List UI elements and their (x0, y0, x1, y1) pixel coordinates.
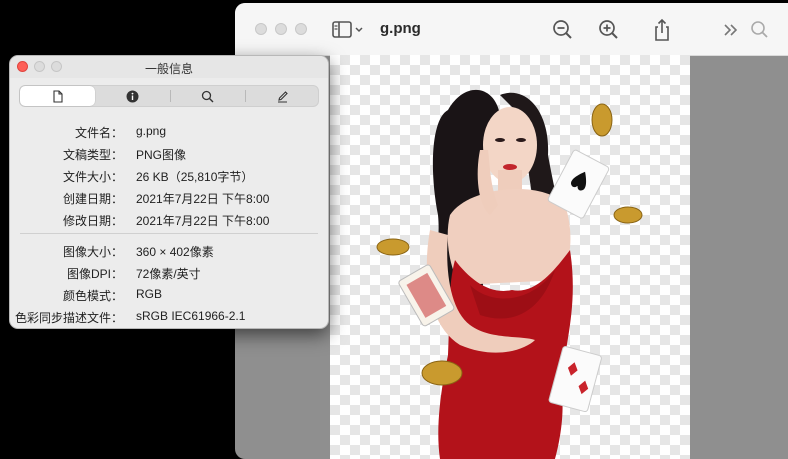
zoom-out-icon[interactable] (550, 17, 576, 43)
close-button-inactive[interactable] (255, 23, 267, 35)
tab-keywords[interactable] (170, 86, 245, 106)
zoom-button-inactive[interactable] (295, 23, 307, 35)
chevron-double-right-icon[interactable] (718, 17, 744, 43)
inspector-tabs (19, 85, 319, 107)
info-row-size: 文件大小： 26 KB（25,810字节） (62, 170, 254, 184)
zoom-in-icon[interactable] (596, 17, 622, 43)
info-row-created: 创建日期： 2021年7月22日 下午8:00 (62, 192, 270, 206)
tab-more-info[interactable] (95, 86, 170, 106)
info-row-color-model: 颜色模式： RGB (62, 287, 163, 303)
info-row-filename: 文件名： g.png (74, 124, 167, 140)
search-icon (201, 90, 214, 102)
info-window: 一般信息 文件名： g.png 文稿类型： PNG图像 文件大小： 26 KB（… (9, 55, 329, 329)
document-icon (53, 89, 63, 103)
info-row-dimensions: 图像大小： 360 × 402像素 (62, 245, 214, 259)
divider (20, 233, 318, 234)
window-title: g.png (380, 20, 421, 37)
tab-general[interactable] (20, 86, 95, 106)
share-icon[interactable] (649, 17, 675, 43)
info-window-title: 一般信息 (144, 62, 193, 76)
minimize-button-inactive[interactable] (275, 23, 287, 35)
info-row-modified: 修改日期： 2021年7月22日 下午8:00 (62, 214, 270, 228)
info-icon (126, 90, 139, 102)
pencil-icon (278, 90, 288, 103)
tab-annotations[interactable] (245, 86, 320, 106)
preview-toolbar: g.png (235, 3, 788, 56)
sidebar-icon[interactable] (330, 17, 366, 43)
image-canvas[interactable] (330, 55, 690, 459)
info-title-bar: 一般信息 (10, 56, 328, 78)
image-content (376, 89, 643, 459)
info-row-dpi: 图像DPI： 72像素/英寸 (66, 267, 201, 281)
search-icon[interactable] (747, 17, 773, 43)
info-row-kind: 文稿类型： PNG图像 (62, 148, 187, 162)
info-row-colorsync-profile: 色彩同步描述文件： sRGB IEC61966-2.1 (14, 309, 246, 325)
